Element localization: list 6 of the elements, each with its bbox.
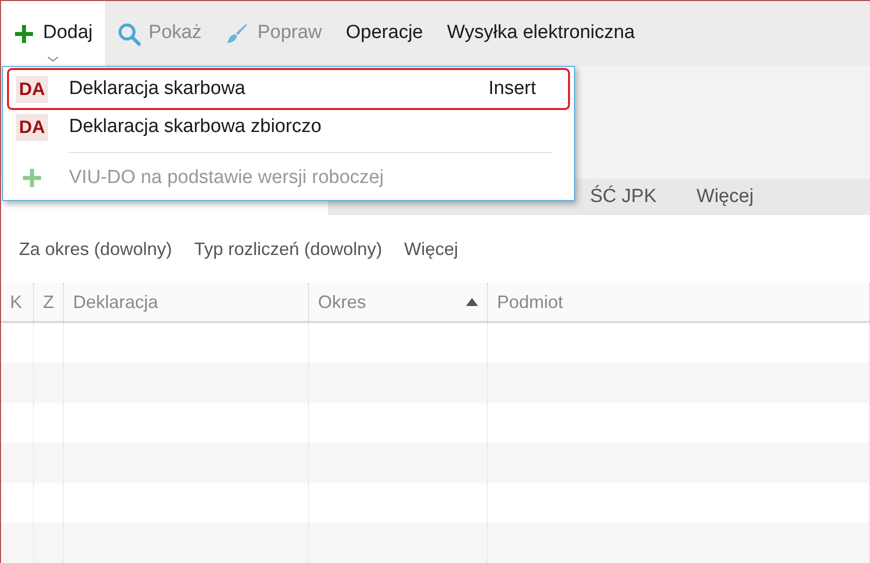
document-badge: DA [16, 76, 48, 102]
menu-item-label: VIU-DO na podstawie wersji roboczej [68, 166, 385, 190]
menu-item-label: Deklaracja skarbowa zbiorczo [68, 114, 322, 139]
menu-item-label: Deklaracja skarbowa [68, 76, 246, 101]
shortcut-label: Insert [488, 76, 537, 101]
document-badge: DA [16, 114, 48, 140]
